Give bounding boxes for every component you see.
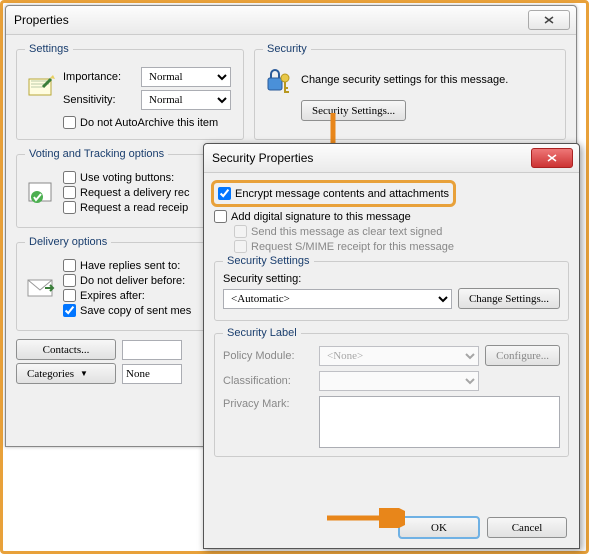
security-properties-titlebar: Security Properties — [204, 144, 579, 173]
importance-label: Importance: — [63, 71, 135, 83]
classification-select — [319, 371, 479, 391]
replies-sent-checkbox[interactable]: Have replies sent to: — [63, 259, 191, 272]
settings-legend: Settings — [25, 43, 73, 55]
classification-label: Classification: — [223, 375, 313, 387]
close-icon — [543, 15, 555, 25]
security-properties-title: Security Properties — [210, 151, 527, 165]
security-settings-group: Security Settings Security setting: <Aut… — [214, 255, 569, 321]
save-copy-checkbox[interactable]: Save copy of sent mes — [63, 304, 191, 317]
delivery-icon — [25, 272, 57, 304]
categories-input[interactable] — [122, 364, 182, 384]
voting-legend: Voting and Tracking options — [25, 148, 168, 160]
autoarchive-checkbox[interactable]: Do not AutoArchive this item — [63, 116, 235, 129]
contacts-input[interactable] — [122, 340, 182, 360]
categories-button[interactable]: Categories▼ — [16, 363, 116, 384]
properties-title: Properties — [12, 13, 524, 27]
security-desc: Change security settings for this messag… — [301, 74, 508, 86]
sensitivity-select[interactable]: Normal — [141, 90, 231, 110]
cleartext-checkbox: Send this message as clear text signed — [234, 225, 569, 238]
close-button[interactable] — [528, 10, 570, 30]
policy-module-select: <None> — [319, 346, 479, 366]
properties-titlebar: Properties — [6, 6, 576, 35]
sign-checkbox[interactable]: Add digital signature to this message — [214, 210, 569, 223]
encrypt-checkbox[interactable]: Encrypt message contents and attachments — [218, 187, 449, 200]
read-receipt-checkbox[interactable]: Request a read receip — [63, 201, 189, 214]
security-legend: Security — [263, 43, 311, 55]
security-label-group: Security Label Policy Module: <None> Con… — [214, 327, 569, 457]
importance-select[interactable]: Normal — [141, 67, 231, 87]
sensitivity-label: Sensitivity: — [63, 94, 135, 106]
close-button[interactable] — [531, 148, 573, 168]
voting-icon — [25, 177, 57, 209]
delivery-legend: Delivery options — [25, 236, 111, 248]
security-setting-select[interactable]: <Automatic> — [223, 289, 452, 309]
voting-buttons-checkbox[interactable]: Use voting buttons: — [63, 171, 189, 184]
privacy-mark-input — [319, 396, 560, 448]
security-setting-label: Security setting: — [223, 273, 560, 285]
ok-button[interactable]: OK — [399, 517, 479, 538]
cancel-button[interactable]: Cancel — [487, 517, 567, 538]
change-settings-button[interactable]: Change Settings... — [458, 288, 560, 309]
settings-icon — [25, 73, 57, 105]
smime-receipt-checkbox: Request S/MIME receipt for this message — [234, 240, 569, 253]
close-icon — [546, 153, 558, 163]
security-properties-dialog: Security Properties Encrypt message cont… — [203, 143, 580, 549]
configure-button: Configure... — [485, 345, 560, 366]
contacts-button[interactable]: Contacts... — [16, 339, 116, 360]
expires-checkbox[interactable]: Expires after: — [63, 289, 191, 302]
delivery-receipt-checkbox[interactable]: Request a delivery rec — [63, 186, 189, 199]
security-group: Security Change security settings for th… — [254, 43, 566, 140]
privacy-mark-label: Privacy Mark: — [223, 396, 313, 410]
policy-module-label: Policy Module: — [223, 350, 313, 362]
chevron-down-icon: ▼ — [80, 369, 88, 378]
settings-group: Settings Importance: Normal Sensitivity:… — [16, 43, 244, 140]
no-deliver-checkbox[interactable]: Do not deliver before: — [63, 274, 191, 287]
security-settings-button[interactable]: Security Settings... — [301, 100, 406, 121]
lock-key-icon — [263, 64, 295, 96]
security-settings-legend: Security Settings — [223, 255, 314, 267]
security-label-legend: Security Label — [223, 327, 301, 339]
